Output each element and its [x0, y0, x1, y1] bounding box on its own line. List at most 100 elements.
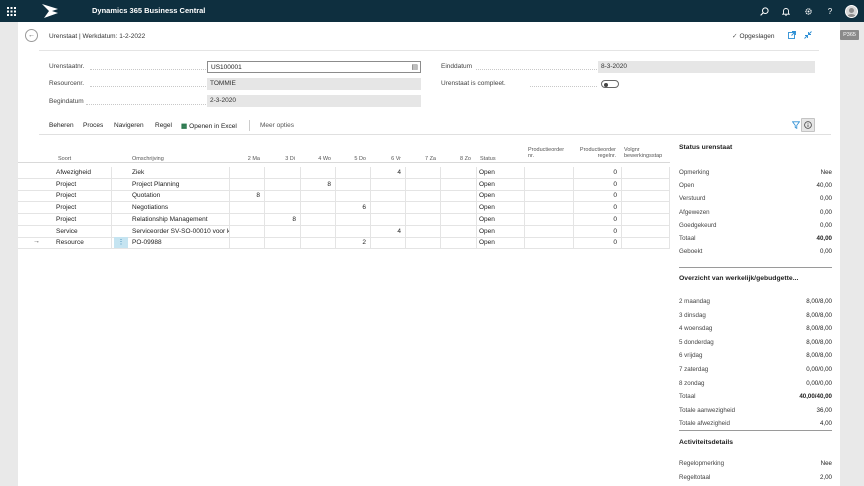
factbox-row-value[interactable]: 8,00/8,00 — [806, 339, 832, 346]
dynamics-logo-icon[interactable] — [40, 3, 60, 19]
factbox-row-value[interactable]: 8,00/8,00 — [806, 312, 832, 319]
table-row[interactable]: Project Negotiations 6 Open 0 — [18, 202, 670, 215]
back-arrow-icon[interactable]: ← — [25, 29, 38, 42]
cell-soort[interactable]: Resource — [54, 237, 112, 250]
app-title[interactable]: Dynamics 365 Business Central — [92, 6, 205, 15]
cell-omschrijving[interactable]: PO-09988 — [130, 237, 230, 250]
cell-d2[interactable]: 8 — [265, 213, 301, 226]
cell-d7[interactable] — [441, 202, 477, 215]
cell-d6[interactable] — [406, 213, 441, 226]
cell-prodorder-nr[interactable] — [525, 178, 574, 191]
factbox-row-value[interactable]: 0,00 — [820, 222, 832, 229]
cell-d1[interactable] — [230, 178, 265, 191]
avatar[interactable] — [845, 4, 858, 18]
table-row[interactable]: Project Project Planning 8 Open 0 — [18, 178, 670, 191]
factbox-row-value[interactable]: 0,00 — [820, 209, 832, 216]
cell-d2[interactable] — [265, 202, 301, 215]
cell-omschrijving[interactable]: Project Planning — [130, 178, 230, 191]
collapse-icon[interactable] — [804, 31, 812, 41]
factbox-row-value[interactable]: 0,00 — [820, 248, 832, 255]
overzicht-title[interactable]: Overzicht van werkelijk/gebudgette... — [679, 275, 798, 282]
cell-d4[interactable]: 6 — [336, 202, 371, 215]
factbox-row-value[interactable]: 8,00/8,00 — [806, 352, 832, 359]
cell-omschrijving[interactable]: Ziek — [130, 167, 230, 179]
cell-d6[interactable] — [406, 190, 441, 203]
factbox-row-value[interactable]: 0,00/0,00 — [806, 366, 832, 373]
begindatum-field[interactable]: 2-3-2020 — [207, 95, 421, 107]
cell-prodorder-regel[interactable]: 0 — [574, 167, 622, 179]
cell-prodorder-regel[interactable]: 0 — [574, 213, 622, 226]
table-row[interactable]: Project Quotation 8 Open 0 — [18, 190, 670, 203]
cell-d4[interactable] — [336, 213, 371, 226]
cell-soort[interactable]: Afwezigheid — [54, 167, 112, 179]
factbox-row-value[interactable]: 40,00 — [817, 182, 832, 189]
cell-d1[interactable]: 8 — [230, 190, 265, 203]
cell-d6[interactable] — [406, 225, 441, 238]
cell-d1[interactable] — [230, 167, 265, 179]
cell-prodorder-nr[interactable] — [525, 202, 574, 215]
cell-volgnr[interactable] — [622, 225, 670, 238]
cell-d3[interactable] — [301, 225, 336, 238]
factbox-row-value[interactable]: 36,00 — [817, 407, 832, 414]
open-in-excel-button[interactable]: ▦ Openen in Excel — [181, 122, 237, 130]
cell-d1[interactable] — [230, 202, 265, 215]
menu-regel[interactable]: Regel — [155, 122, 172, 129]
cell-soort[interactable]: Project — [54, 178, 112, 191]
resourcenr-field[interactable]: TOMMIE — [207, 78, 421, 90]
cell-prodorder-regel[interactable]: 0 — [574, 190, 622, 203]
einddatum-field[interactable]: 8-3-2020 — [598, 61, 815, 73]
cell-volgnr[interactable] — [622, 213, 670, 226]
factbox-row-value[interactable]: 0,00/0,00 — [806, 380, 832, 387]
activiteitsdetails-title[interactable]: Activiteitsdetails — [679, 439, 733, 446]
status-urenstaat-title[interactable]: Status urenstaat — [679, 144, 732, 151]
info-icon[interactable] — [801, 118, 815, 132]
cell-d4[interactable] — [336, 178, 371, 191]
lookup-icon[interactable]: ▤ — [411, 63, 418, 71]
menu-meer-opties[interactable]: Meer opties — [260, 122, 294, 129]
table-row[interactable]: Project Relationship Management 8 Open 0 — [18, 213, 670, 226]
cell-d3[interactable]: 8 — [301, 178, 336, 191]
bell-icon[interactable] — [775, 0, 797, 22]
cell-d3[interactable] — [301, 167, 336, 179]
cell-status[interactable]: Open — [477, 178, 525, 191]
factbox-row-value[interactable]: 8,00/8,00 — [806, 298, 832, 305]
cell-volgnr[interactable] — [622, 190, 670, 203]
cell-status[interactable]: Open — [477, 225, 525, 238]
cell-d2[interactable] — [265, 178, 301, 191]
waffle-icon[interactable] — [0, 0, 22, 22]
cell-volgnr[interactable] — [622, 202, 670, 215]
cell-d5[interactable] — [371, 178, 406, 191]
cell-d7[interactable] — [441, 190, 477, 203]
cell-soort[interactable]: Project — [54, 202, 112, 215]
factbox-row-value[interactable]: 4,00 — [820, 420, 832, 427]
cell-status[interactable]: Open — [477, 213, 525, 226]
factbox-row-value[interactable]: 0,00 — [820, 195, 832, 202]
cell-status[interactable]: Open — [477, 202, 525, 215]
cell-status[interactable]: Open — [477, 190, 525, 203]
cell-d4[interactable] — [336, 167, 371, 179]
open-new-window-icon[interactable] — [788, 31, 796, 41]
factbox-row-value[interactable]: Nee — [821, 460, 832, 467]
table-row[interactable]: Service Serviceorder SV-SO-00010 voor k..… — [18, 225, 670, 238]
table-row[interactable]: Afwezigheid Ziek 4 Open 0 — [18, 167, 670, 179]
cell-soort[interactable]: Service — [54, 225, 112, 238]
cell-prodorder-nr[interactable] — [525, 225, 574, 238]
cell-d4[interactable] — [336, 190, 371, 203]
col-header-productieorder-nr[interactable]: Productieorder nr. — [528, 147, 564, 159]
cell-d4[interactable]: 2 — [336, 237, 371, 250]
cell-prodorder-regel[interactable]: 0 — [574, 225, 622, 238]
cell-prodorder-regel[interactable]: 0 — [574, 202, 622, 215]
col-header-volgnr[interactable]: Volgnr bewerkingsstap — [624, 147, 662, 159]
cell-d6[interactable] — [406, 202, 441, 215]
cell-d2[interactable] — [265, 237, 301, 250]
cell-d2[interactable] — [265, 225, 301, 238]
cell-d2[interactable] — [265, 167, 301, 179]
cell-prodorder-nr[interactable] — [525, 213, 574, 226]
cell-d3[interactable] — [301, 237, 336, 250]
cell-status[interactable]: Open — [477, 167, 525, 179]
factbox-row-value[interactable]: Nee — [821, 169, 832, 176]
cell-volgnr[interactable] — [622, 237, 670, 250]
table-row[interactable]: → ⋮ Resource PO-09988 2 Open 0 — [18, 237, 670, 250]
cell-prodorder-nr[interactable] — [525, 167, 574, 179]
cell-d5[interactable] — [371, 213, 406, 226]
